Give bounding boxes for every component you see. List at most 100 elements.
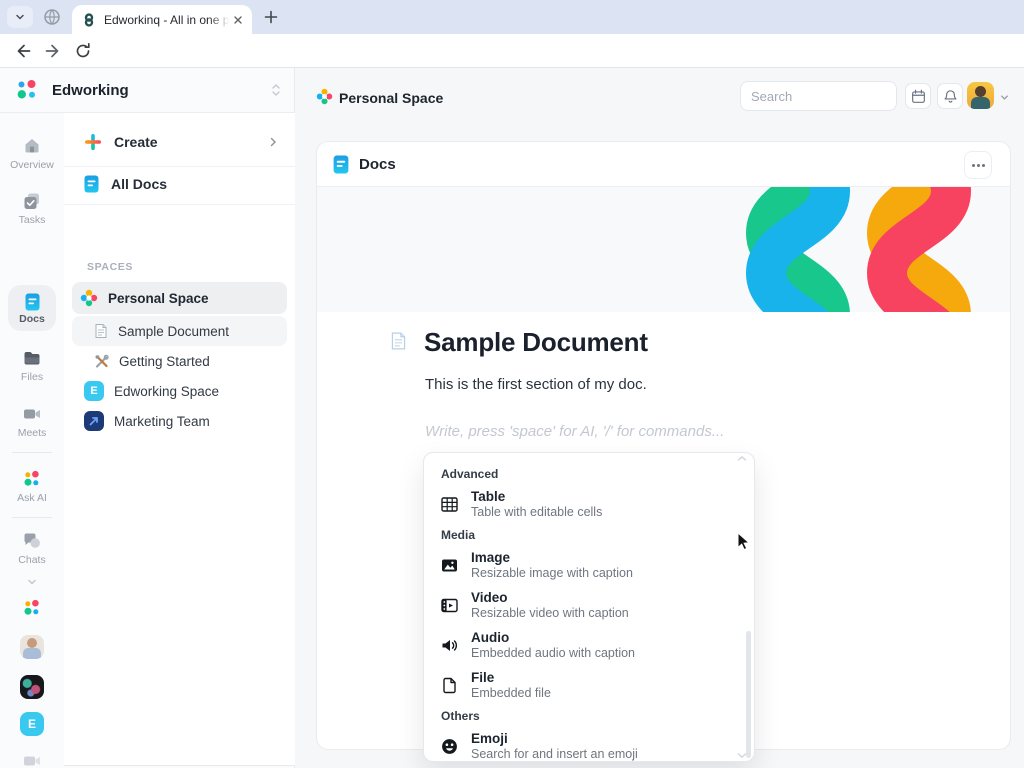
menu-item-title: Emoji [471, 730, 508, 746]
notifications-button[interactable] [937, 83, 963, 109]
back-button[interactable] [14, 42, 32, 60]
avatar-body [23, 648, 41, 659]
rail-label-chats[interactable]: Chats [0, 554, 64, 566]
personal-space-icon [80, 289, 98, 307]
menu-item-subtitle: Embedded audio with caption [471, 645, 636, 660]
create-button[interactable]: Create [64, 124, 295, 160]
scroll-down-icon[interactable] [737, 752, 747, 759]
menu-scrollbar[interactable] [746, 631, 751, 758]
menu-item-title: File [471, 669, 495, 685]
workspace-name: Edworking [52, 82, 129, 99]
workspace-avatar[interactable]: E [20, 712, 44, 736]
all-docs-label: All Docs [111, 176, 168, 192]
menu-item-file[interactable]: File Embedded file [441, 665, 754, 705]
space-item-edworking-space[interactable]: E Edworking Space [72, 376, 287, 406]
browser-navbar: app.edworking.com/cmetmj7wq00073d6fql39d… [0, 34, 1024, 100]
breadcrumb[interactable]: Personal Space [339, 90, 443, 106]
doc-label: Sample Document [118, 323, 230, 339]
docs-nav-panel: Create All Docs SPACES Personal Space Sa… [64, 113, 295, 766]
avatar-face [27, 638, 37, 648]
editor-placeholder[interactable]: Write, press 'space' for AI, '/' for com… [425, 423, 724, 440]
document-title[interactable]: Sample Document [424, 327, 648, 358]
rail-label-meets[interactable]: Meets [0, 427, 64, 439]
search-input[interactable] [740, 81, 897, 111]
files-icon[interactable] [23, 349, 41, 367]
collapse-sidebar-icon[interactable] [269, 82, 283, 98]
chats-icon[interactable] [23, 532, 41, 550]
screen: Edworkinq - All in one platfo app.edwork… [0, 0, 1024, 768]
calendar-button[interactable] [905, 83, 931, 109]
menu-item-image[interactable]: Image Resizable image with caption [441, 545, 754, 585]
avatar-face [975, 86, 986, 97]
tasks-icon[interactable] [23, 192, 41, 210]
menu-item-audio[interactable]: Audio Embedded audio with caption [441, 625, 754, 665]
marketing-team-icon [84, 411, 104, 431]
space-item-personal-space[interactable]: Personal Space [72, 282, 287, 314]
forward-button[interactable] [44, 42, 62, 60]
divider [64, 204, 295, 205]
globe-icon [44, 9, 60, 25]
account-chevron-icon[interactable] [999, 92, 1010, 103]
create-label: Create [114, 134, 158, 150]
doc-item-getting-started[interactable]: Getting Started [72, 346, 287, 376]
menu-item-video[interactable]: Video Resizable video with caption [441, 585, 754, 625]
menu-item-emoji[interactable]: Emoji Search for and insert an emoji [441, 726, 754, 761]
new-tab-button[interactable] [262, 8, 280, 26]
bell-icon [944, 89, 956, 103]
app-window: Edworking Overview Tasks Docs Files Meet… [0, 68, 1024, 768]
member-avatar[interactable] [20, 635, 44, 659]
doc-label: Getting Started [119, 353, 210, 369]
sidebar: Edworking Overview Tasks Docs Files Meet… [0, 68, 295, 768]
docs-panel-title: Docs [359, 155, 396, 173]
docs-panel-icon [333, 155, 349, 173]
document-paragraph[interactable]: This is the first section of my doc. [425, 376, 647, 393]
chevron-right-icon [270, 137, 277, 147]
page-icon [95, 324, 107, 338]
all-docs-item[interactable]: All Docs [64, 166, 295, 202]
workspace-header[interactable]: Edworking [0, 68, 295, 113]
tab-title: Edworkinq - All in one platfo [104, 12, 232, 27]
rail-label-overview[interactable]: Overview [0, 159, 64, 171]
menu-item-table[interactable]: Table Table with editable cells [441, 484, 754, 524]
docs-card-header: Docs [317, 142, 1010, 187]
menu-item-subtitle: Resizable image with caption [471, 565, 633, 580]
doc-item-sample-document[interactable]: Sample Document [72, 316, 287, 346]
rail-label-ask-ai[interactable]: Ask AI [0, 492, 64, 504]
user-avatar[interactable] [967, 82, 994, 109]
menu-item-title: Video [471, 589, 508, 605]
video-icon [441, 598, 458, 612]
menu-item-subtitle: Embedded file [471, 685, 551, 700]
tools-icon [95, 354, 109, 368]
rail-label-tasks[interactable]: Tasks [0, 214, 64, 226]
rail-label-files[interactable]: Files [0, 371, 64, 383]
rail-more-chevron-icon[interactable] [26, 576, 38, 588]
workspace-dots-icon[interactable] [23, 599, 41, 617]
reload-button[interactable] [74, 42, 92, 60]
record-camera-icon[interactable] [23, 752, 41, 768]
tab-close-icon[interactable] [232, 14, 244, 26]
all-docs-icon [84, 175, 99, 193]
slash-command-menu: Advanced Table Table with editable cells… [423, 452, 755, 762]
create-plus-icon [85, 134, 101, 150]
space-item-marketing-team[interactable]: Marketing Team [72, 406, 287, 436]
doc-options-button[interactable] [964, 151, 992, 179]
member-avatar[interactable] [20, 675, 44, 699]
menu-section-label: Advanced [441, 467, 499, 481]
ask-ai-icon[interactable] [23, 470, 41, 488]
overview-icon[interactable] [23, 137, 41, 155]
menu-section-label: Media [441, 528, 476, 542]
meets-icon[interactable] [23, 405, 41, 423]
mouse-cursor [737, 532, 751, 551]
browser-tabstrip: Edworkinq - All in one platfo [0, 0, 1024, 34]
ellipsis-icon [971, 163, 975, 167]
file-icon [443, 677, 456, 693]
tab-search-button[interactable] [7, 6, 33, 28]
scroll-up-icon[interactable] [737, 455, 747, 462]
docs-icon[interactable] [25, 293, 40, 311]
browser-tab[interactable]: Edworkinq - All in one platfo [72, 5, 252, 34]
rail-label-docs[interactable]: Docs [0, 313, 64, 325]
image-icon [442, 559, 457, 571]
space-label: Marketing Team [114, 413, 210, 429]
doc-title-page-icon[interactable] [390, 331, 407, 351]
menu-item-subtitle: Search for and insert an emoji [471, 746, 638, 761]
